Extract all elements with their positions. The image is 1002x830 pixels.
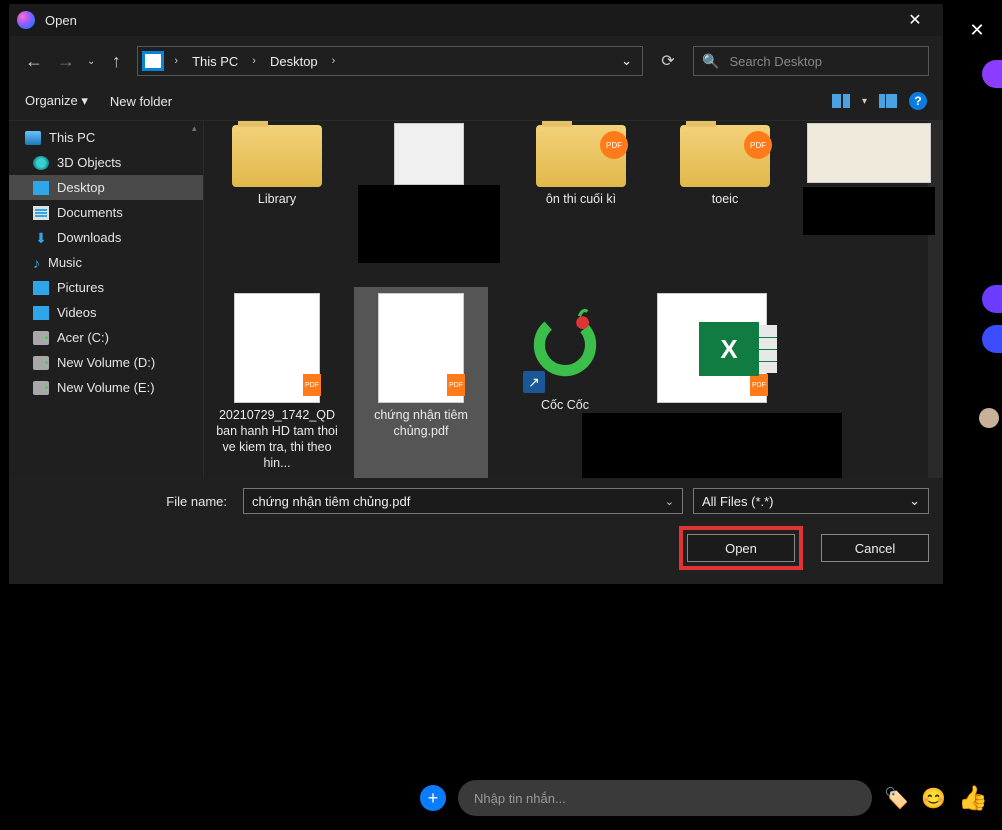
documents-icon (33, 206, 49, 220)
filename-input[interactable]: chứng nhận tiêm chủng.pdf ⌄ (243, 488, 683, 514)
breadcrumb-segment[interactable]: This PC (188, 54, 242, 69)
message-compose-bar: + Nhập tin nhắn... 🏷️ 😊 👍 (420, 780, 988, 816)
open-button-highlight: Open (679, 526, 803, 570)
file-grid: Library PDF ôn thi cuối kì PDF toeic (204, 121, 943, 478)
pictures-icon (33, 281, 49, 295)
messenger-icon (17, 11, 35, 29)
toolbar: Organize ▾ New folder ▾ ? (9, 84, 943, 121)
file-item-toeic[interactable]: PDF toeic (658, 121, 792, 269)
tree-item-drive-d[interactable]: New Volume (D:) (9, 350, 203, 375)
tree-item-documents[interactable]: Documents (9, 200, 203, 225)
filename-label: File name: (23, 494, 233, 509)
pc-icon (25, 131, 41, 145)
nav-tree: ▴ This PC 3D Objects Desktop Documents ⬇… (9, 121, 204, 478)
file-item-redacted[interactable] (354, 121, 504, 269)
app-close-button[interactable]: ✕ (962, 15, 992, 45)
new-folder-button[interactable]: New folder (110, 94, 172, 109)
downloads-icon: ⬇ (33, 231, 49, 245)
add-attachment-button[interactable]: + (420, 785, 446, 811)
search-placeholder: Search Desktop (729, 54, 822, 69)
side-indicator (982, 285, 1002, 313)
desktop-icon (33, 181, 49, 195)
redacted-thumbnail (803, 187, 935, 235)
tree-item-downloads[interactable]: ⬇Downloads (9, 225, 203, 250)
folder-icon: PDF (680, 125, 770, 187)
shortcut-arrow-icon: ↗ (523, 371, 545, 393)
chevron-down-icon[interactable]: ⌄ (909, 493, 920, 509)
message-input[interactable]: Nhập tin nhắn... (458, 780, 872, 816)
redacted-thumbnail (358, 185, 500, 263)
chevron-right-icon: › (170, 55, 182, 67)
file-item-qd[interactable]: PDF 20210729_1742_QD ban hanh HD tam tho… (210, 287, 344, 478)
coccoc-icon: ↗ (517, 297, 613, 393)
tree-item-pictures[interactable]: Pictures (9, 275, 203, 300)
dialog-title: Open (45, 13, 77, 28)
videos-icon (33, 306, 49, 320)
recent-locations-button[interactable]: ⌄ (87, 56, 95, 67)
avatar (979, 408, 999, 428)
search-icon: 🔍 (702, 53, 719, 70)
pdf-badge-icon: PDF (744, 131, 772, 159)
drive-icon (33, 381, 49, 395)
redacted-thumbnail (582, 413, 842, 478)
breadcrumb-segment[interactable]: Desktop (266, 54, 322, 69)
3d-objects-icon (33, 156, 49, 170)
file-item-chung-nhan[interactable]: PDF chứng nhận tiêm chủng.pdf (354, 287, 488, 478)
help-icon[interactable]: ? (909, 92, 927, 110)
view-caret[interactable]: ▾ (862, 96, 867, 107)
tree-item-music[interactable]: ♪Music (9, 250, 203, 275)
side-indicator (982, 325, 1002, 353)
file-item-photo[interactable] (802, 121, 936, 269)
folder-icon: PDF (536, 125, 626, 187)
scroll-up-icon[interactable]: ▴ (192, 123, 197, 134)
side-indicator (982, 60, 1002, 88)
file-item-library[interactable]: Library (210, 121, 344, 269)
titlebar: Open ✕ (9, 4, 943, 36)
pdf-badge-icon: PDF (303, 374, 321, 396)
search-input[interactable]: 🔍 Search Desktop (693, 46, 929, 76)
tree-item-3d-objects[interactable]: 3D Objects (9, 150, 203, 175)
tree-item-drive-c[interactable]: Acer (C:) (9, 325, 203, 350)
tree-item-videos[interactable]: Videos (9, 300, 203, 325)
pdf-badge-icon: PDF (600, 131, 628, 159)
tree-item-this-pc[interactable]: This PC (9, 125, 203, 150)
tree-item-drive-e[interactable]: New Volume (E:) (9, 375, 203, 400)
forward-button[interactable]: → (55, 50, 77, 72)
view-icon[interactable] (832, 94, 850, 108)
breadcrumb[interactable]: › This PC › Desktop › ⌄ (137, 46, 643, 76)
file-type-filter[interactable]: All Files (*.*) ⌄ (693, 488, 929, 514)
chevron-down-icon[interactable]: ⌄ (665, 495, 674, 508)
folder-icon (232, 125, 322, 187)
file-item-on-thi[interactable]: PDF ôn thi cuối kì (514, 121, 648, 269)
preview-pane-icon[interactable] (879, 94, 897, 108)
document-thumbnail: PDF (378, 293, 464, 403)
chevron-right-icon: › (248, 55, 260, 67)
excel-icon: X (684, 299, 774, 399)
organize-button[interactable]: Organize ▾ (25, 93, 88, 109)
chevron-right-icon: › (328, 55, 340, 67)
open-button[interactable]: Open (687, 534, 795, 562)
nav-row: ← → ⌄ ↑ › This PC › Desktop › ⌄ ⟳ 🔍 Sear… (9, 36, 943, 84)
up-button[interactable]: ↑ (105, 50, 127, 72)
breadcrumb-expand[interactable]: ⌄ (621, 53, 632, 69)
close-button[interactable]: ✕ (895, 10, 935, 30)
like-button[interactable]: 👍 (958, 784, 988, 813)
document-thumbnail: PDF (234, 293, 320, 403)
sticker-icon[interactable]: 🏷️ (884, 786, 909, 811)
cancel-button[interactable]: Cancel (821, 534, 929, 562)
location-icon (142, 51, 164, 71)
photo-thumbnail (807, 123, 931, 183)
emoji-icon[interactable]: 😊 (921, 786, 946, 811)
pdf-badge-icon: PDF (447, 374, 465, 396)
music-icon: ♪ (33, 256, 40, 270)
back-button[interactable]: ← (23, 50, 45, 72)
document-thumbnail (394, 123, 464, 185)
tree-item-desktop[interactable]: Desktop (9, 175, 203, 200)
refresh-button[interactable]: ⟳ (653, 51, 683, 71)
drive-icon (33, 356, 49, 370)
file-open-dialog: Open ✕ ← → ⌄ ↑ › This PC › Desktop › ⌄ ⟳… (9, 4, 943, 584)
dialog-footer: File name: chứng nhận tiêm chủng.pdf ⌄ A… (9, 478, 943, 584)
drive-icon (33, 331, 49, 345)
